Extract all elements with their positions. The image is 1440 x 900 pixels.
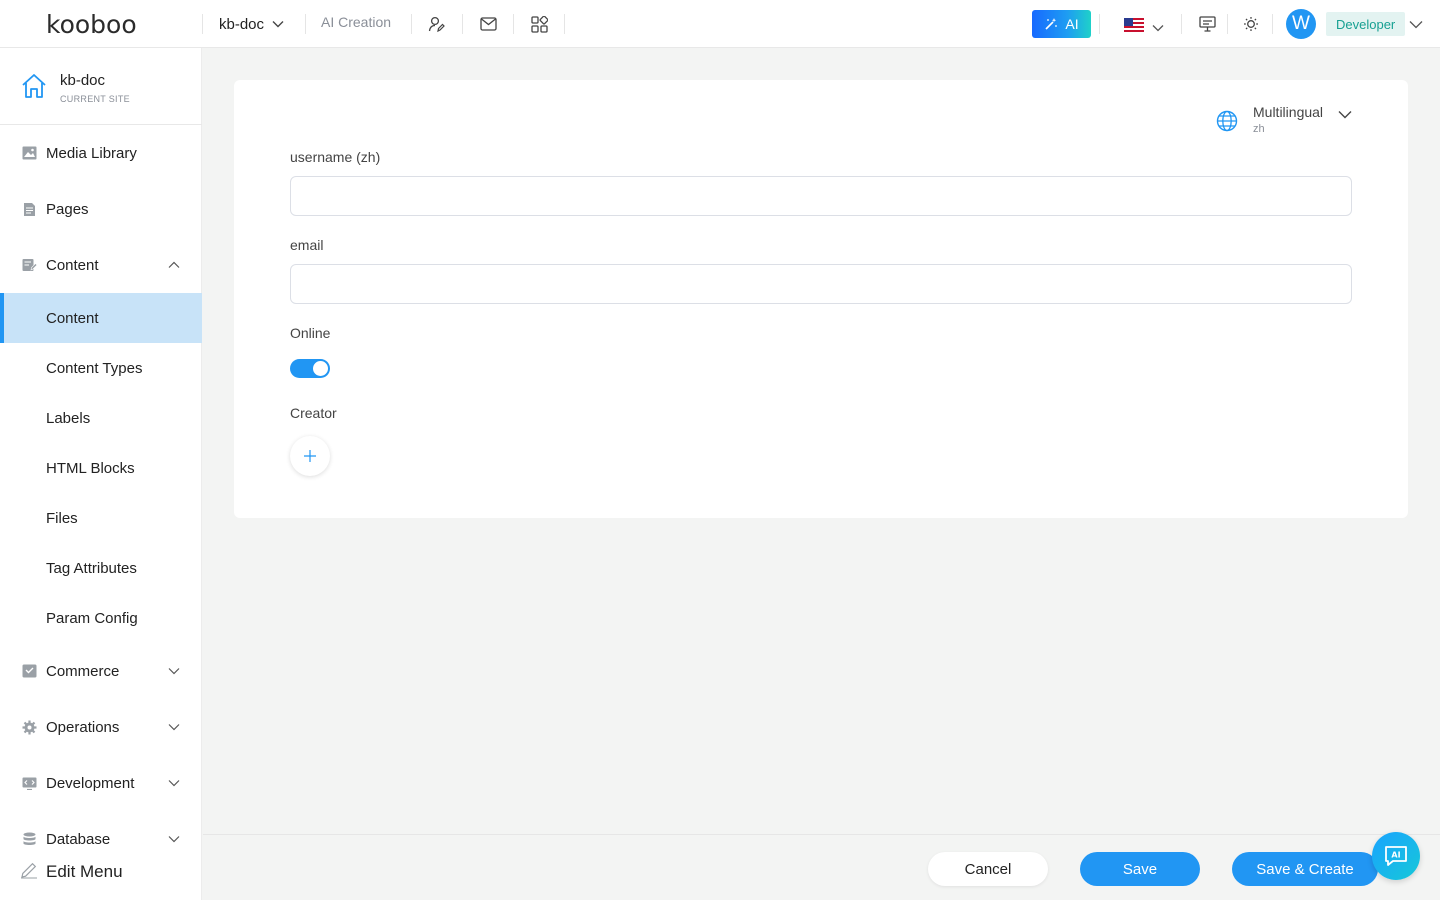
current-site-subtitle: CURRENT SITE bbox=[60, 94, 130, 104]
mail-icon[interactable] bbox=[478, 14, 498, 34]
sidebar-item-label: Content bbox=[46, 309, 99, 327]
page-icon bbox=[21, 201, 37, 217]
multilingual-selector[interactable]: Multilingual zh bbox=[1216, 102, 1356, 138]
username-label: username (zh) bbox=[290, 149, 381, 165]
sidebar-item-label: HTML Blocks bbox=[46, 459, 135, 477]
us-flag-icon[interactable] bbox=[1124, 18, 1144, 32]
kooboo-logo[interactable]: kooboo bbox=[46, 10, 137, 39]
ai-button-label: AI bbox=[1065, 16, 1079, 32]
current-site-name: kb-doc bbox=[60, 72, 106, 89]
sidebar-item-tag-attributes[interactable]: Tag Attributes bbox=[0, 543, 202, 593]
email-label: email bbox=[290, 237, 324, 253]
edit-menu-button[interactable]: Edit Menu bbox=[0, 856, 202, 888]
chevron-down-icon[interactable] bbox=[1409, 16, 1423, 34]
user-edit-icon[interactable] bbox=[426, 14, 446, 34]
sidebar-item-media-library[interactable]: Media Library bbox=[0, 128, 202, 178]
ai-chat-icon: AI bbox=[1385, 846, 1407, 866]
sidebar: kb-doc CURRENT SITE Media Library Pages … bbox=[0, 48, 202, 900]
add-creator-button[interactable] bbox=[290, 436, 330, 476]
chevron-down-icon[interactable] bbox=[1152, 19, 1164, 37]
sidebar-item-commerce[interactable]: Commerce bbox=[0, 646, 202, 696]
sidebar-item-files[interactable]: Files bbox=[0, 493, 202, 543]
save-and-create-button[interactable]: Save & Create bbox=[1232, 852, 1378, 886]
sidebar-item-content[interactable]: Content bbox=[0, 293, 202, 343]
sidebar-item-content-types[interactable]: Content Types bbox=[0, 343, 202, 393]
form-footer: Cancel Save Save & Create bbox=[203, 834, 1440, 900]
multilingual-language-code: zh bbox=[1253, 123, 1265, 135]
sidebar-item-label: Pages bbox=[46, 200, 89, 218]
pencil-icon bbox=[20, 861, 38, 884]
sidebar-item-operations[interactable]: Operations bbox=[0, 702, 202, 752]
ai-button[interactable]: AI bbox=[1032, 10, 1091, 38]
sidebar-item-param-config[interactable]: Param Config bbox=[0, 593, 202, 643]
sidebar-item-label: Labels bbox=[46, 409, 91, 427]
sidebar-item-label: Content bbox=[46, 256, 99, 274]
sidebar-item-content-group[interactable]: Content bbox=[0, 240, 202, 290]
save-button[interactable]: Save bbox=[1080, 852, 1200, 886]
content-form-card: Multilingual zh username (zh) email Onli… bbox=[234, 80, 1408, 518]
divider bbox=[202, 14, 203, 34]
chevron-down-icon bbox=[168, 723, 180, 731]
sidebar-item-pages[interactable]: Pages bbox=[0, 184, 202, 234]
sidebar-item-label: Operations bbox=[46, 718, 120, 736]
username-input[interactable] bbox=[290, 176, 1352, 216]
divider bbox=[513, 14, 514, 34]
divider bbox=[564, 14, 565, 34]
site-switcher-label: kb-doc bbox=[219, 15, 265, 33]
site-switcher[interactable]: kb-doc bbox=[219, 12, 284, 36]
gear-icon bbox=[21, 719, 37, 735]
chevron-down-icon bbox=[272, 20, 284, 28]
sidebar-item-label: Database bbox=[46, 830, 111, 848]
divider bbox=[411, 14, 412, 34]
multilingual-label: Multilingual bbox=[1253, 104, 1324, 120]
content-icon bbox=[21, 257, 37, 273]
divider bbox=[1099, 14, 1100, 34]
database-icon bbox=[21, 831, 37, 847]
globe-icon bbox=[1216, 110, 1238, 137]
code-icon bbox=[21, 775, 37, 791]
sidebar-item-label: Tag Attributes bbox=[46, 559, 137, 577]
divider bbox=[1272, 14, 1273, 34]
image-icon bbox=[21, 145, 37, 161]
avatar[interactable]: W bbox=[1286, 9, 1316, 39]
edit-menu-label: Edit Menu bbox=[46, 862, 123, 881]
apps-grid-icon[interactable] bbox=[529, 14, 549, 34]
sidebar-item-label: Files bbox=[46, 509, 78, 527]
divider bbox=[305, 14, 306, 34]
chevron-up-icon bbox=[168, 261, 180, 269]
top-bar: kooboo kb-doc AI Creation AI W Developer bbox=[0, 0, 1440, 48]
sidebar-item-label: Param Config bbox=[46, 609, 138, 627]
sun-icon[interactable] bbox=[1241, 14, 1261, 34]
divider bbox=[1227, 14, 1228, 34]
home-icon bbox=[20, 72, 48, 105]
sidebar-item-label: Development bbox=[46, 774, 135, 792]
cancel-button[interactable]: Cancel bbox=[928, 852, 1048, 886]
magic-wand-icon bbox=[1045, 18, 1058, 30]
plus-icon bbox=[304, 450, 316, 462]
ai-creation-link[interactable]: AI Creation bbox=[321, 14, 391, 30]
chevron-down-icon bbox=[168, 779, 180, 787]
creator-label: Creator bbox=[290, 405, 337, 421]
divider bbox=[462, 14, 463, 34]
online-toggle[interactable] bbox=[290, 359, 330, 378]
chevron-down-icon bbox=[1338, 106, 1352, 124]
chevron-down-icon bbox=[168, 835, 180, 843]
divider bbox=[1181, 14, 1182, 34]
svg-text:AI: AI bbox=[1391, 851, 1400, 860]
chevron-down-icon bbox=[168, 667, 180, 675]
presentation-icon[interactable] bbox=[1197, 14, 1217, 34]
toggle-knob bbox=[313, 361, 328, 376]
online-label: Online bbox=[290, 325, 331, 341]
commerce-icon bbox=[21, 663, 37, 679]
sidebar-item-labels[interactable]: Labels bbox=[0, 393, 202, 443]
email-input[interactable] bbox=[290, 264, 1352, 304]
role-badge[interactable]: Developer bbox=[1326, 12, 1406, 36]
sidebar-item-label: Commerce bbox=[46, 662, 120, 680]
sidebar-item-label: Media Library bbox=[46, 144, 137, 162]
sidebar-item-label: Content Types bbox=[46, 359, 143, 377]
sidebar-item-html-blocks[interactable]: HTML Blocks bbox=[0, 443, 202, 493]
sidebar-item-development[interactable]: Development bbox=[0, 758, 202, 808]
ai-chat-button[interactable]: AI bbox=[1372, 832, 1420, 880]
current-site[interactable]: kb-doc CURRENT SITE bbox=[0, 48, 202, 125]
